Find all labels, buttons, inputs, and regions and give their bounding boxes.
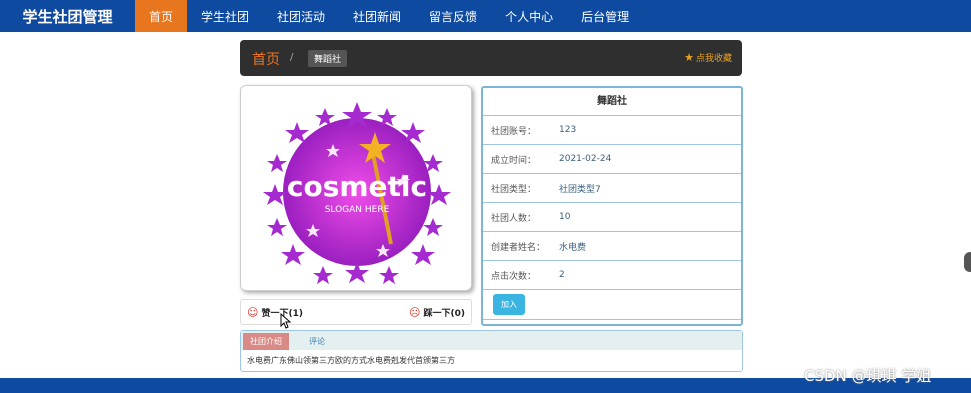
info-row-type: 社团类型： 社团类型7 [483,174,741,203]
smile-icon: ☺ [247,306,259,319]
club-title: 舞蹈社 [483,88,741,116]
tab-bar: 社团介绍 评论 [241,331,742,350]
breadcrumb-current: 舞蹈社 [308,50,348,67]
tab-intro[interactable]: 社团介绍 [243,333,289,350]
club-image: cosmetic SLOGAN HERE [240,85,472,291]
info-label: 创建者姓名： [491,242,546,253]
join-button[interactable]: 加入 [493,294,525,315]
nav-item-news[interactable]: 社团新闻 [339,0,415,32]
info-row-account: 社团账号： 123 [483,116,741,145]
info-value: 2 [559,270,565,280]
info-value: 123 [559,125,577,135]
info-label: 点击次数： [491,271,537,282]
join-row: 加入 [483,290,741,320]
club-info-panel: 舞蹈社 社团账号： 123 成立时间： 2021-02-24 社团类型： 社团类型7 … [481,86,743,326]
info-value: 水电费 [559,242,587,253]
favorite-label: 点我收藏 [695,54,732,64]
breadcrumb: 首页 / 舞蹈社 ★ 点我收藏 [240,40,742,76]
cosmetic-logo-image: cosmetic SLOGAN HERE [263,102,451,284]
info-label: 社团人数： [491,213,537,224]
nav-item-admin[interactable]: 后台管理 [567,0,643,32]
info-label: 成立时间： [491,155,537,166]
dislike-label: 踩一下(0) [423,309,466,319]
tab-comment[interactable]: 评论 [309,333,325,350]
nav-item-feedback[interactable]: 留言反馈 [415,0,491,32]
breadcrumb-separator: / [290,52,294,63]
info-label: 社团类型： [491,184,537,195]
info-label: 社团账号： [491,126,537,137]
info-value: 10 [559,212,571,222]
like-button[interactable]: ☺ 赞一下(1) [247,306,303,319]
nav-item-clubs[interactable]: 学生社团 [187,0,263,32]
info-row-members: 社团人数： 10 [483,203,741,232]
site-brand[interactable]: 学生社团管理 [0,0,135,32]
frown-icon: ☹ [409,306,421,319]
dislike-button[interactable]: ☹ 踩一下(0) [409,306,465,319]
club-tabs: 社团介绍 评论 水电费广东佛山领第三方欧的方式水电费剋发代首颁第三方 [240,330,743,372]
info-row-founded: 成立时间： 2021-02-24 [483,145,741,174]
top-nav: 学生社团管理 首页 学生社团 社团活动 社团新闻 留言反馈 个人中心 后台管理 [0,0,971,32]
nav-item-profile[interactable]: 个人中心 [491,0,567,32]
star-icon: ★ [684,51,694,64]
breadcrumb-home[interactable]: 首页 [252,49,280,69]
info-row-clicks: 点击次数： 2 [483,261,741,290]
nav-item-activities[interactable]: 社团活动 [263,0,339,32]
tab-content: 水电费广东佛山领第三方欧的方式水电费剋发代首颁第三方 [247,356,455,365]
logo-main-text: cosmetic [287,170,427,203]
nav-item-home[interactable]: 首页 [135,0,187,32]
mouse-cursor-icon [280,313,292,329]
info-row-creator: 创建者姓名： 水电费 [483,232,741,261]
vote-bar: ☺ 赞一下(1) ☹ 踩一下(0) [240,299,472,325]
scroll-handle[interactable] [964,252,971,272]
watermark: CSDN @琪琪 学姐 [804,367,932,385]
info-value: 社团类型7 [559,184,601,195]
info-value: 2021-02-24 [559,154,612,164]
favorite-button[interactable]: ★ 点我收藏 [684,51,732,64]
logo-slogan-text: SLOGAN HERE [325,205,390,215]
